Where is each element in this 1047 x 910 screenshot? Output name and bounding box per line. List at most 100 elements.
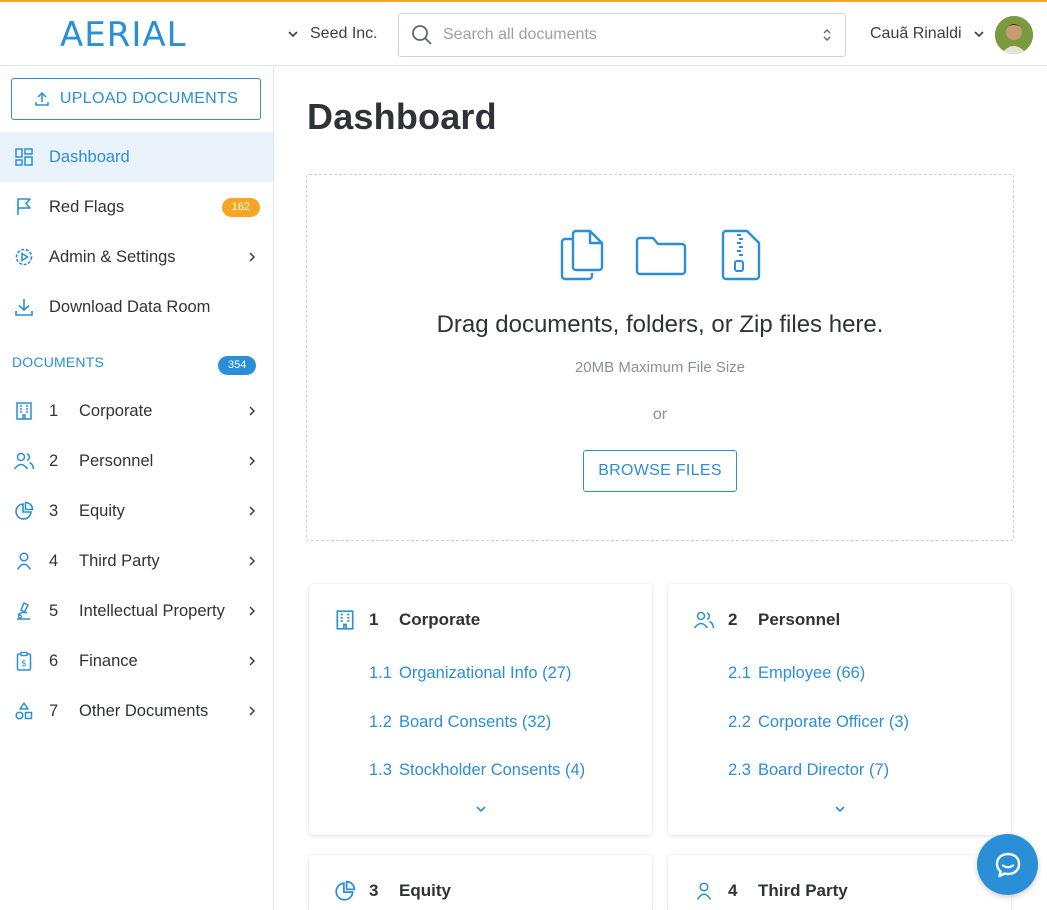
avatar[interactable] xyxy=(995,16,1033,54)
card-number: 2 xyxy=(728,610,738,629)
page-title: Dashboard xyxy=(307,96,497,137)
card-header[interactable]: 3 Equity xyxy=(333,877,451,905)
card-number: 3 xyxy=(369,881,379,900)
sidebar-item-label: Dashboard xyxy=(49,147,130,166)
app-logo[interactable]: AERIAL xyxy=(60,18,187,52)
dropzone-subtitle: 20MB Maximum File Size xyxy=(574,359,746,376)
documents-icon xyxy=(560,229,604,281)
sidebar-item-intellectual-property[interactable]: 5 Intellectual Property xyxy=(0,586,273,636)
subcategory-label: Stockholder Consents (4) xyxy=(399,761,586,779)
sidebar-item-label: Other Documents xyxy=(79,701,209,720)
chevron-right-icon xyxy=(249,606,256,616)
sidebar-item-admin-settings[interactable]: Admin & Settings xyxy=(0,232,273,282)
avatar-image xyxy=(995,16,1033,54)
category-number: 1 xyxy=(49,401,59,420)
search-placeholder: Search all documents xyxy=(443,26,597,43)
search-icon xyxy=(412,25,432,45)
chevron-down-icon xyxy=(974,31,984,38)
category-number: 5 xyxy=(49,601,59,620)
dropzone-title: Drag documents, folders, or Zip files he… xyxy=(436,311,884,338)
category-number: 4 xyxy=(49,551,59,570)
chevron-right-icon xyxy=(249,556,256,566)
top-bar: AERIAL Seed Inc. Search all documents Ca… xyxy=(0,0,1047,66)
subcategory-number: 2.3 xyxy=(728,761,751,779)
dropzone-or: or xyxy=(652,406,668,423)
expand-chevron-icon[interactable] xyxy=(473,801,489,817)
subcategory-label: Board Director (7) xyxy=(758,761,890,779)
upload-label: UPLOAD DOCUMENTS xyxy=(59,90,239,107)
company-name: Seed Inc. xyxy=(310,25,378,42)
chevron-down-icon xyxy=(288,31,298,38)
sidebar-item-third-party[interactable]: 4 Third Party xyxy=(0,536,273,586)
documents-count-badge: 354 xyxy=(218,356,257,375)
clipboard-dollar-icon: $ xyxy=(13,650,35,672)
subcategory-link[interactable]: 1.1 Organizational Info (27) xyxy=(369,664,571,683)
subcategory-number: 1.1 xyxy=(369,664,392,682)
subcategory-number: 2.2 xyxy=(728,713,751,731)
people-icon xyxy=(13,450,35,472)
sidebar-item-label: Third Party xyxy=(79,551,160,570)
sidebar-item-other-documents[interactable]: 7 Other Documents xyxy=(0,686,273,736)
chevron-right-icon xyxy=(249,252,256,262)
gear-icon xyxy=(13,246,35,268)
expand-chevron-icon[interactable] xyxy=(832,801,848,817)
chevron-right-icon xyxy=(249,656,256,666)
sidebar-item-label: Red Flags xyxy=(49,197,125,216)
sidebar-item-label: Intellectual Property xyxy=(79,601,225,620)
category-card-equity: 3 Equity xyxy=(309,855,652,910)
subcategory-link[interactable]: 1.3 Stockholder Consents (4) xyxy=(369,761,585,780)
building-icon xyxy=(333,608,357,632)
card-header[interactable]: 1 Corporate xyxy=(333,606,480,634)
sidebar-item-dashboard[interactable]: Dashboard xyxy=(0,132,273,182)
browse-files-button[interactable]: BROWSE FILES xyxy=(583,450,737,492)
sidebar: UPLOAD DOCUMENTS Dashboard Red Flags 162… xyxy=(0,66,274,910)
chevron-right-icon xyxy=(249,506,256,516)
category-number: 2 xyxy=(49,451,59,470)
search-input[interactable]: Search all documents xyxy=(398,13,846,57)
dashboard-icon xyxy=(13,146,35,168)
company-switcher[interactable]: Seed Inc. xyxy=(286,22,378,46)
upload-icon xyxy=(35,91,49,106)
people-icon xyxy=(692,608,716,632)
chat-support-button[interactable] xyxy=(977,834,1038,895)
person-icon xyxy=(13,550,35,572)
user-menu[interactable]: Cauã Rinaldi xyxy=(870,22,986,46)
card-title: Third Party xyxy=(758,881,848,900)
documents-section-header: DOCUMENTS xyxy=(12,354,105,370)
download-icon xyxy=(13,296,35,318)
card-header[interactable]: 2 Personnel xyxy=(692,606,840,634)
category-card-corporate: 1 Corporate 1.1 Organizational Info (27)… xyxy=(309,584,652,835)
sidebar-item-personnel[interactable]: 2 Personnel xyxy=(0,436,273,486)
sidebar-item-corporate[interactable]: 1 Corporate xyxy=(0,386,273,436)
subcategory-link[interactable]: 2.3 Board Director (7) xyxy=(728,761,889,780)
card-header[interactable]: 4 Third Party xyxy=(692,877,848,905)
category-number: 7 xyxy=(49,701,59,720)
sidebar-item-equity[interactable]: 3 Equity xyxy=(0,486,273,536)
category-number: 3 xyxy=(49,501,59,520)
card-title: Personnel xyxy=(758,610,841,629)
chevron-right-icon xyxy=(249,706,256,716)
subcategory-label: Organizational Info (27) xyxy=(399,664,572,682)
category-card-third-party: 4 Third Party xyxy=(668,855,1011,910)
card-number: 1 xyxy=(369,610,379,629)
sidebar-item-label: Corporate xyxy=(79,401,153,420)
subcategory-label: Board Consents (32) xyxy=(399,713,552,731)
category-card-personnel: 2 Personnel 2.1 Employee (66) 2.2 Corpor… xyxy=(668,584,1011,835)
card-title: Corporate xyxy=(399,610,481,629)
sidebar-item-finance[interactable]: $ 6 Finance xyxy=(0,636,273,686)
subcategory-link[interactable]: 2.2 Corporate Officer (3) xyxy=(728,713,909,732)
subcategory-number: 1.3 xyxy=(369,761,392,779)
sidebar-item-red-flags[interactable]: Red Flags 162 xyxy=(0,182,273,232)
subcategory-link[interactable]: 1.2 Board Consents (32) xyxy=(369,713,551,732)
building-icon xyxy=(13,400,35,422)
subcategory-link[interactable]: 2.1 Employee (66) xyxy=(728,664,865,683)
sort-arrows-icon xyxy=(823,29,831,41)
upload-dropzone[interactable]: Drag documents, folders, or Zip files he… xyxy=(306,174,1014,541)
shapes-icon xyxy=(13,700,35,722)
red-flags-count-badge: 162 xyxy=(221,198,260,217)
pie-chart-icon xyxy=(333,879,357,903)
sidebar-item-label: Personnel xyxy=(79,451,154,470)
sidebar-item-download-data-room[interactable]: Download Data Room xyxy=(0,282,273,332)
card-number: 4 xyxy=(728,881,738,900)
upload-documents-button[interactable]: UPLOAD DOCUMENTS xyxy=(11,78,261,120)
